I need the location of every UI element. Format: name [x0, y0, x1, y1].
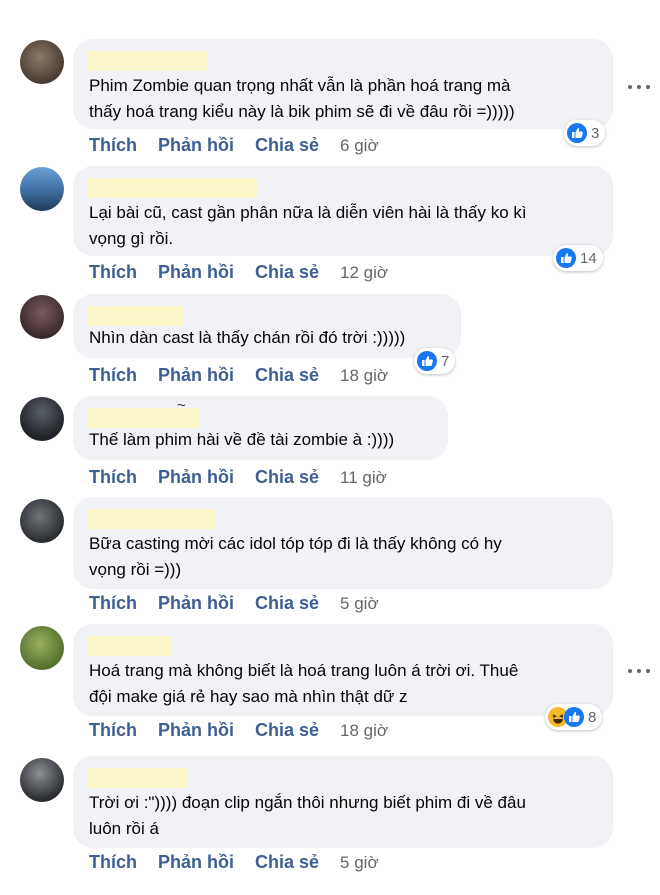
comment-actions: Thích Phản hồi Chia sẻ 18 giờ: [89, 365, 388, 386]
reaction-summary[interactable]: 8: [545, 704, 603, 730]
reply-button[interactable]: Phản hồi: [158, 852, 234, 873]
reply-button[interactable]: Phản hồi: [158, 593, 234, 614]
reply-button[interactable]: Phản hồi: [158, 467, 234, 488]
share-button[interactable]: Chia sẻ: [255, 720, 319, 741]
comment-timestamp[interactable]: 11 giờ: [340, 468, 387, 488]
comment-bubble: Nhìn dàn cast là thấy chán rồi đó trời :…: [73, 294, 461, 358]
comment-actions: Thích Phản hồi Chia sẻ 5 giờ: [89, 852, 379, 873]
like-button[interactable]: Thích: [89, 467, 137, 488]
comment-timestamp[interactable]: 12 giờ: [340, 263, 388, 283]
avatar[interactable]: [20, 167, 64, 211]
more-options-icon[interactable]: [628, 666, 650, 676]
reply-button[interactable]: Phản hồi: [158, 720, 234, 741]
comment-text: Trời ơi :")))) đoạn clip ngắn thôi nhưng…: [89, 793, 526, 838]
comment-text: Bữa casting mời các idol tóp tóp đi là t…: [89, 534, 502, 579]
share-button[interactable]: Chia sẻ: [255, 365, 319, 386]
comment-timestamp[interactable]: 5 giờ: [340, 594, 379, 614]
commenter-name[interactable]: [88, 51, 208, 71]
comment-timestamp[interactable]: 18 giờ: [340, 366, 388, 386]
share-button[interactable]: Chia sẻ: [255, 593, 319, 614]
comment-actions: Thích Phản hồi Chia sẻ 11 giờ: [89, 467, 387, 488]
reply-button[interactable]: Phản hồi: [158, 135, 234, 156]
like-button[interactable]: Thích: [89, 852, 137, 873]
reaction-summary[interactable]: 14: [553, 245, 603, 271]
name-tilde-glyph: ~: [177, 397, 186, 414]
like-reaction-icon: [567, 123, 587, 143]
comment-actions: Thích Phản hồi Chia sẻ 12 giờ: [89, 262, 388, 283]
avatar[interactable]: [20, 397, 64, 441]
comment-actions: Thích Phản hồi Chia sẻ 5 giờ: [89, 593, 379, 614]
commenter-name[interactable]: [88, 306, 183, 326]
commenter-name[interactable]: [88, 768, 187, 788]
like-button[interactable]: Thích: [89, 365, 137, 386]
reaction-count: 8: [588, 708, 597, 726]
comment-actions: Thích Phản hồi Chia sẻ 18 giờ: [89, 720, 388, 741]
reaction-summary[interactable]: 7: [414, 348, 456, 374]
comment-timestamp[interactable]: 5 giờ: [340, 853, 379, 873]
comment-bubble: Hoá trang mà không biết là hoá trang luô…: [73, 624, 613, 716]
comment-text: Thế làm phim hài về đề tài zombie à :)))…: [89, 430, 395, 449]
reaction-summary[interactable]: 3: [564, 120, 606, 146]
comment-text: Phim Zombie quan trọng nhất vẫn là phần …: [89, 76, 515, 121]
like-button[interactable]: Thích: [89, 262, 137, 283]
comment-text: Hoá trang mà không biết là hoá trang luô…: [89, 661, 519, 706]
like-reaction-icon: [564, 707, 584, 727]
comment-timestamp[interactable]: 6 giờ: [340, 136, 379, 156]
share-button[interactable]: Chia sẻ: [255, 467, 319, 488]
avatar[interactable]: [20, 40, 64, 84]
avatar[interactable]: [20, 758, 64, 802]
commenter-name[interactable]: [88, 509, 216, 529]
comment-bubble: ~ Thế làm phim hài về đề tài zombie à :)…: [73, 396, 448, 460]
share-button[interactable]: Chia sẻ: [255, 135, 319, 156]
like-reaction-icon: [556, 248, 576, 268]
comment-actions: Thích Phản hồi Chia sẻ 6 giờ: [89, 135, 379, 156]
more-options-icon[interactable]: [628, 82, 650, 92]
commenter-name[interactable]: [88, 178, 258, 198]
like-button[interactable]: Thích: [89, 720, 137, 741]
comment-text: Lại bài cũ, cast gần phân nữa là diễn vi…: [89, 203, 527, 248]
reply-button[interactable]: Phản hồi: [158, 262, 234, 283]
share-button[interactable]: Chia sẻ: [255, 852, 319, 873]
comment-bubble: Lại bài cũ, cast gần phân nữa là diễn vi…: [73, 166, 613, 256]
like-button[interactable]: Thích: [89, 593, 137, 614]
like-button[interactable]: Thích: [89, 135, 137, 156]
comment-bubble: Bữa casting mời các idol tóp tóp đi là t…: [73, 497, 613, 589]
reply-button[interactable]: Phản hồi: [158, 365, 234, 386]
like-reaction-icon: [417, 351, 437, 371]
avatar[interactable]: [20, 295, 64, 339]
avatar[interactable]: [20, 499, 64, 543]
reaction-count: 3: [591, 124, 600, 142]
comment-text: Nhìn dàn cast là thấy chán rồi đó trời :…: [89, 328, 406, 347]
comment-bubble: Trời ơi :")))) đoạn clip ngắn thôi nhưng…: [73, 756, 613, 848]
reaction-count: 14: [580, 249, 597, 267]
comment-bubble: Phim Zombie quan trọng nhất vẫn là phần …: [73, 39, 613, 129]
comment-timestamp[interactable]: 18 giờ: [340, 721, 388, 741]
commenter-name[interactable]: [88, 636, 171, 656]
reaction-count: 7: [441, 352, 450, 370]
share-button[interactable]: Chia sẻ: [255, 262, 319, 283]
avatar[interactable]: [20, 626, 64, 670]
